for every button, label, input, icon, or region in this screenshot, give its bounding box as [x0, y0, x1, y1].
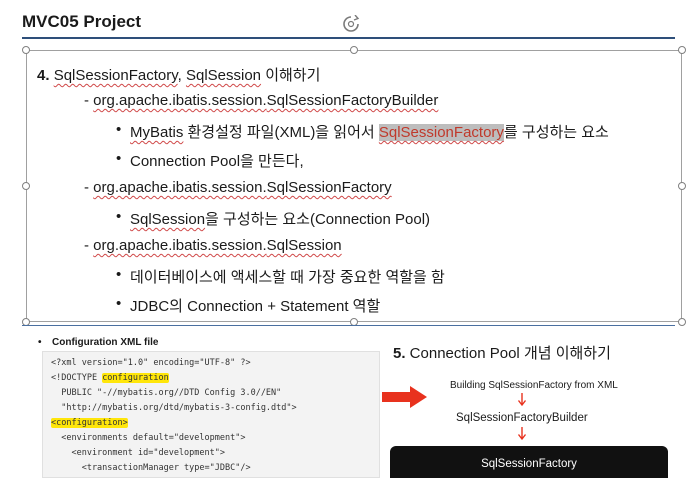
list-item: 데이터베이스에 액세스할 때 가장 중요한 역할을 함: [116, 266, 445, 287]
code-text: <!DOCTYPE: [51, 373, 103, 383]
resize-handle-top-center[interactable]: [350, 46, 358, 54]
highlighted-code: configuration: [102, 373, 169, 383]
code-line: <environment id="development">: [51, 448, 225, 458]
list-text: SqlSession: [130, 211, 206, 228]
list-text: 환경설정 파일(XML)을 읽어서: [183, 124, 379, 141]
list-item: JDBC의 Connection + Statement 역할: [116, 295, 380, 316]
section-4-title: 4. SqlSessionFactory, SqlSession 이해하기: [37, 64, 320, 85]
code-line: <!DOCTYPE configuration: [51, 373, 169, 383]
down-arrow-icon: [517, 393, 527, 407]
section-4-title-suffix: 이해하기: [261, 67, 321, 84]
section-4-title-sep: ,: [177, 67, 186, 84]
list-item: - org.apache.ibatis.session.SqlSession: [84, 237, 342, 254]
code-line: <transactionManager type="JDBC"/>: [51, 463, 251, 473]
flow-step-2: SqlSessionFactoryBuilder: [456, 412, 588, 424]
config-file-label: Configuration XML file: [38, 337, 159, 348]
list-item: - org.apache.ibatis.session.SqlSessionFa…: [84, 179, 392, 196]
list-text: MyBatis: [130, 124, 184, 141]
class-name: SqlSessionFactoryBuilder: [266, 92, 439, 109]
code-line: PUBLIC "-//mybatis.org//DTD Config 3.0//…: [51, 388, 282, 398]
resize-handle-top-left[interactable]: [22, 46, 30, 54]
section-4-title-part: SqlSession: [185, 67, 262, 84]
rotate-handle-icon[interactable]: [342, 15, 360, 33]
section-4-number: 4.: [37, 67, 50, 84]
resize-handle-middle-right[interactable]: [678, 182, 686, 190]
section-4-title-part: SqlSessionFactory: [53, 67, 178, 84]
flow-step-1: Building SqlSessionFactory from XML: [450, 380, 618, 391]
package-name: org.apache.ibatis.session.: [93, 237, 267, 254]
sqlsessionfactory-box: SqlSessionFactory: [390, 446, 668, 478]
highlighted-term: SqlSessionFactory: [378, 124, 504, 141]
package-name: org.apache.ibatis.session.: [93, 179, 267, 196]
section-divider: [22, 325, 675, 326]
slide-title: MVC05 Project: [22, 12, 142, 31]
list-text: 를 구성하는 요소: [503, 124, 609, 141]
section-5-title-text: Connection Pool: [405, 345, 524, 362]
xml-code-block: <?xml version="1.0" encoding="UTF-8" ?> …: [42, 351, 380, 478]
code-line: <configuration>: [51, 418, 128, 428]
highlighted-code: <configuration>: [51, 418, 128, 428]
section-5-title-text: 개념 이해하기: [523, 345, 611, 362]
resize-handle-middle-left[interactable]: [22, 182, 30, 190]
down-arrow-icon: [517, 427, 527, 441]
resize-handle-bottom-right[interactable]: [678, 318, 686, 326]
section-5-number: 5.: [393, 345, 406, 362]
code-line: "http://mybatis.org/dtd/mybatis-3-config…: [51, 403, 297, 413]
class-name: SqlSessionFactory: [266, 179, 392, 196]
list-text: 을 구성하는 요소(Connection Pool): [205, 211, 431, 228]
package-name: org.apache.ibatis.session.: [93, 92, 267, 109]
code-line: <environments default="development">: [51, 433, 246, 443]
resize-handle-top-right[interactable]: [678, 46, 686, 54]
list-dash: -: [84, 92, 94, 109]
list-item: Connection Pool을 만든다,: [116, 150, 304, 171]
section-5-title: 5. Connection Pool 개념 이해하기: [393, 342, 611, 363]
right-arrow-icon: [382, 386, 427, 408]
code-line: <?xml version="1.0" encoding="UTF-8" ?>: [51, 358, 251, 368]
selected-text-box[interactable]: 4. SqlSessionFactory, SqlSession 이해하기 - …: [22, 46, 686, 326]
list-item: SqlSession을 구성하는 요소(Connection Pool): [116, 208, 431, 229]
title-rule: [22, 37, 675, 39]
list-item: MyBatis 환경설정 파일(XML)을 읽어서 SqlSessionFact…: [116, 121, 609, 142]
list-dash: -: [84, 179, 94, 196]
list-item: - org.apache.ibatis.session.SqlSessionFa…: [84, 92, 438, 109]
class-name: SqlSession: [266, 237, 342, 254]
list-dash: -: [84, 237, 94, 254]
